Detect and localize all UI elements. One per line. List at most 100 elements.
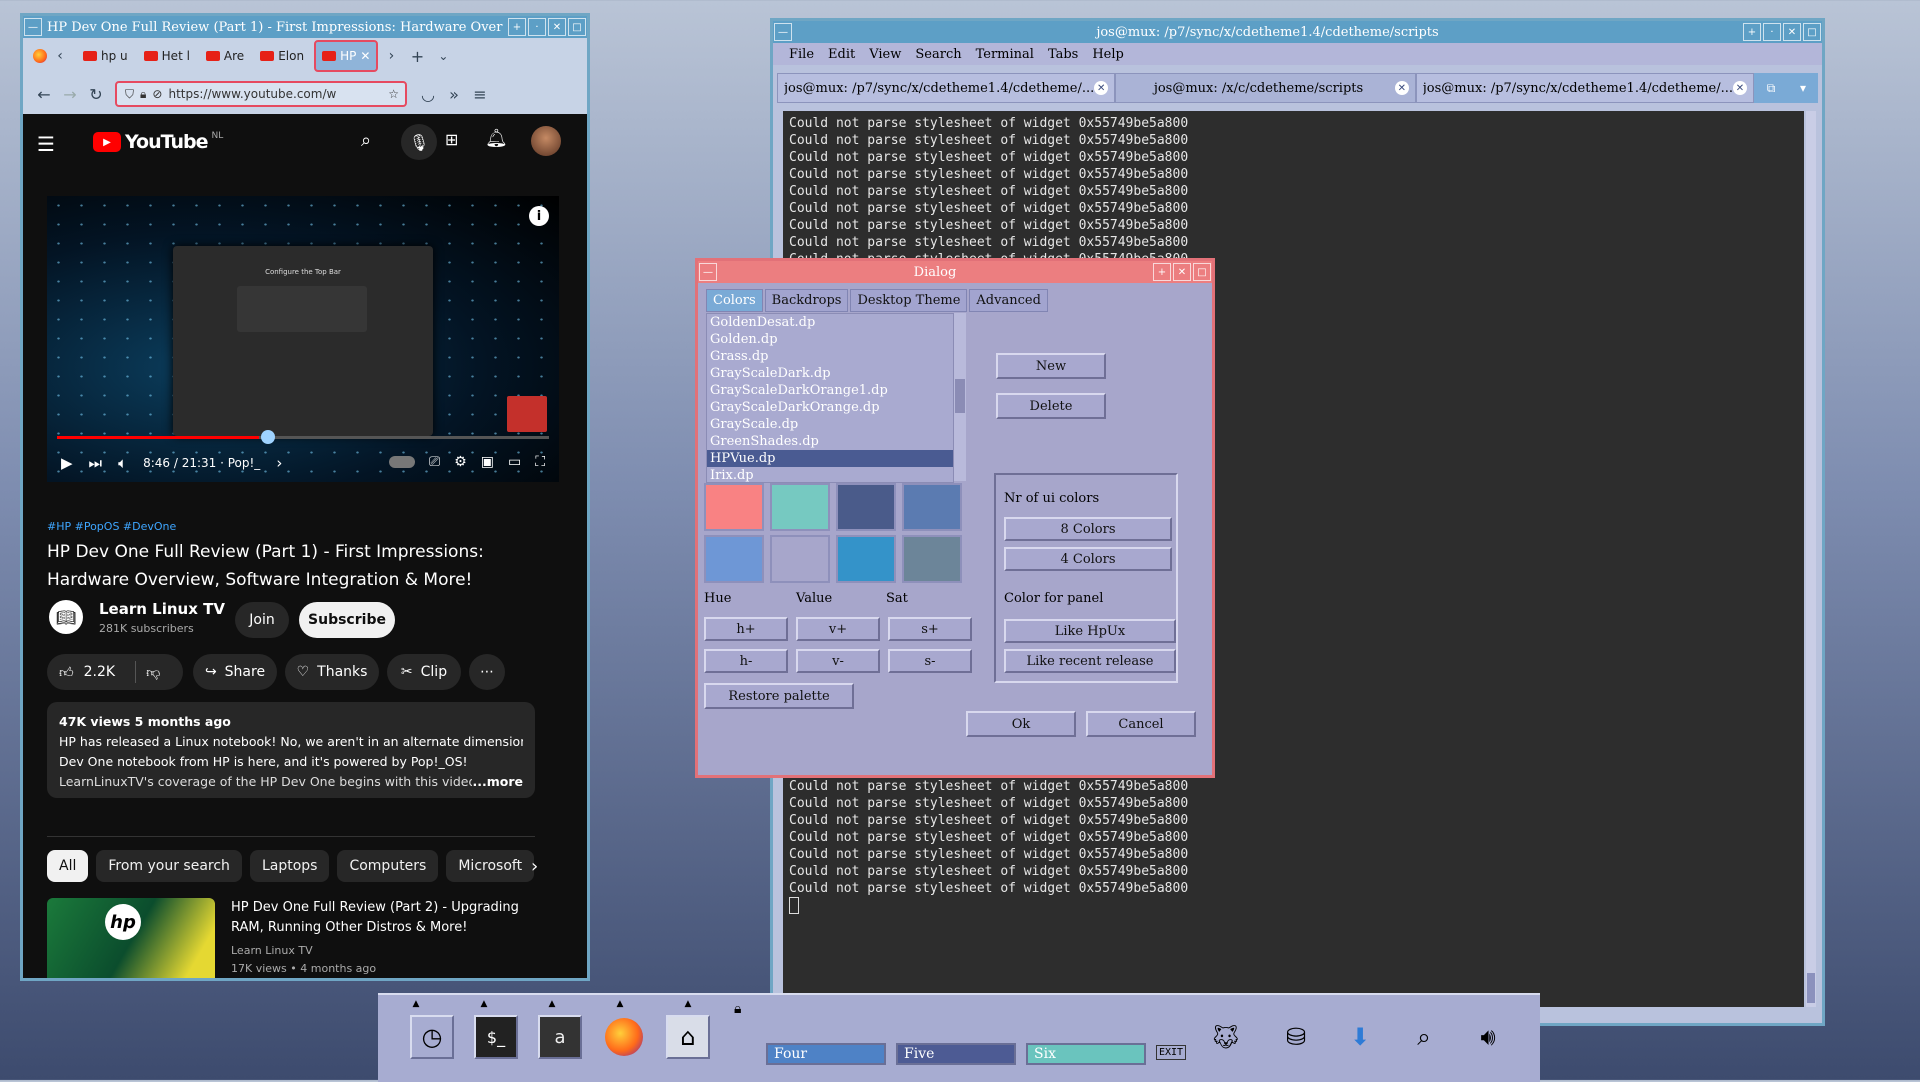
- chip-laptops[interactable]: Laptops: [249, 850, 330, 882]
- window-maximize-button[interactable]: +: [1153, 263, 1171, 281]
- tab-4[interactable]: Elon: [254, 42, 310, 70]
- text-editor-icon[interactable]: a: [538, 1015, 582, 1059]
- window-menu-button[interactable]: —: [774, 23, 792, 41]
- sat-decrease-button[interactable]: s-: [888, 649, 972, 673]
- menu-terminal[interactable]: Terminal: [976, 47, 1034, 62]
- tab-2[interactable]: Het l: [138, 42, 196, 70]
- palette-file-item[interactable]: GrayScaleDarkOrange1.dp: [707, 382, 953, 399]
- overflow-icon[interactable]: »: [441, 85, 467, 104]
- ok-button[interactable]: Ok: [966, 711, 1076, 737]
- chip-computers[interactable]: Computers: [337, 850, 439, 882]
- miniplayer-icon[interactable]: ▣: [481, 454, 494, 470]
- fullscreen-icon[interactable]: ⛶: [535, 454, 545, 470]
- palette-list-scrollbar[interactable]: [954, 313, 966, 481]
- like-hpux-button[interactable]: Like HpUx: [1004, 619, 1176, 643]
- terminal-tab-1[interactable]: jos@mux: /p7/sync/x/cdetheme1.4/cdetheme…: [777, 73, 1116, 103]
- lock-screen-icon[interactable]: 🔒︎: [734, 1001, 741, 1017]
- tab-3[interactable]: Are: [200, 42, 250, 70]
- volume-icon[interactable]: 🔈︎: [118, 454, 127, 472]
- url-bar[interactable]: ⛉ 🔒︎ ⊘ https://www.youtube.com/w ☆: [115, 81, 407, 107]
- hamburger-menu-icon[interactable]: ☰: [37, 132, 55, 156]
- create-video-icon[interactable]: ⊞: [445, 130, 458, 149]
- color-swatch-4[interactable]: [902, 483, 962, 531]
- palette-file-item[interactable]: GoldenDesat.dp: [707, 314, 953, 331]
- window-menu-button[interactable]: —: [699, 263, 717, 281]
- palette-file-item[interactable]: HPVue.dp: [707, 450, 953, 467]
- video-player[interactable]: Configure the Top Bar i ▶ ⏭︎ 🔈︎ 8:46 / 2…: [47, 196, 559, 482]
- info-icon[interactable]: i: [529, 206, 549, 226]
- pocket-icon[interactable]: ◡: [415, 85, 441, 104]
- color-swatch-6[interactable]: [770, 535, 830, 583]
- like-recent-release-button[interactable]: Like recent release: [1004, 649, 1176, 673]
- search-icon[interactable]: ⌕: [361, 130, 371, 151]
- lock-icon[interactable]: 🔒︎: [140, 87, 146, 102]
- recommended-thumbnail[interactable]: hp: [47, 898, 215, 978]
- bookmark-star-icon[interactable]: ☆: [388, 87, 405, 101]
- notifications-bell-icon[interactable]: 🔔︎: [485, 128, 508, 149]
- chips-next-icon[interactable]: ›: [531, 856, 538, 877]
- value-increase-button[interactable]: v+: [796, 617, 880, 641]
- menu-tabs[interactable]: Tabs: [1048, 47, 1078, 62]
- window-close-button[interactable]: ✕: [1783, 23, 1801, 41]
- palette-file-item[interactable]: Grass.dp: [707, 348, 953, 365]
- palette-file-item[interactable]: GrayScaleDark.dp: [707, 365, 953, 382]
- color-swatch-2[interactable]: [770, 483, 830, 531]
- window-minimize-button[interactable]: ·: [1763, 23, 1781, 41]
- cancel-button[interactable]: Cancel: [1086, 711, 1196, 737]
- value-decrease-button[interactable]: v-: [796, 649, 880, 673]
- tab-desktop-theme[interactable]: Desktop Theme: [850, 289, 968, 312]
- new-button[interactable]: New: [996, 353, 1106, 379]
- window-minimize-button[interactable]: ·: [528, 18, 546, 36]
- palette-file-list[interactable]: GoldenDesat.dp Golden.dp Grass.dp GrayScale…: [706, 313, 954, 483]
- tab-scroll-left-icon[interactable]: ‹: [47, 48, 73, 64]
- chapter-arrow-icon[interactable]: ›: [276, 454, 282, 472]
- like-icon[interactable]: 👍︎: [59, 664, 74, 681]
- palette-file-item[interactable]: GrayScale.dp: [707, 416, 953, 433]
- share-button[interactable]: ↪ Share: [193, 654, 277, 690]
- avatar[interactable]: [531, 126, 561, 156]
- hue-decrease-button[interactable]: h-: [704, 649, 788, 673]
- workspace-four[interactable]: Four: [766, 1043, 886, 1065]
- voice-search-icon[interactable]: 🎙︎: [401, 124, 437, 160]
- firefox-launcher-icon[interactable]: [602, 1015, 646, 1059]
- four-colors-button[interactable]: 4 Colors: [1004, 547, 1172, 571]
- channel-name[interactable]: Learn Linux TV: [99, 600, 225, 618]
- magnifier-icon[interactable]: ⌕: [1402, 1015, 1446, 1059]
- download-icon[interactable]: ⬇: [1338, 1015, 1382, 1059]
- terminal-launcher-icon[interactable]: $_: [474, 1015, 518, 1059]
- tab-5-active[interactable]: HP ✕: [314, 40, 379, 72]
- new-tab-icon[interactable]: +: [404, 47, 430, 66]
- subpanel-arrow-icon[interactable]: ▲: [481, 999, 488, 1009]
- chip-all[interactable]: All: [47, 850, 89, 882]
- dialog-titlebar[interactable]: — Dialog + ✕ □: [698, 261, 1212, 283]
- terminal-titlebar[interactable]: — jos@mux: /p7/sync/x/cdetheme1.4/cdethe…: [773, 21, 1822, 43]
- color-swatch-8[interactable]: [902, 535, 962, 583]
- exit-button[interactable]: EXIT: [1156, 1045, 1187, 1060]
- color-swatch-1[interactable]: [704, 483, 764, 531]
- window-fullscreen-button[interactable]: □: [1193, 263, 1211, 281]
- recommended-title[interactable]: HP Dev One Full Review (Part 2) - Upgrad…: [231, 898, 531, 938]
- shield-icon[interactable]: ⛉: [125, 87, 134, 102]
- reload-icon[interactable]: ↻: [83, 85, 109, 104]
- forward-icon[interactable]: →: [57, 85, 83, 104]
- progress-scrubber[interactable]: [261, 430, 275, 444]
- hue-increase-button[interactable]: h+: [704, 617, 788, 641]
- menu-file[interactable]: File: [789, 47, 814, 62]
- back-icon[interactable]: ←: [31, 85, 57, 104]
- window-menu-button[interactable]: —: [24, 18, 42, 36]
- channel-avatar[interactable]: 📖︎: [49, 600, 83, 634]
- restore-palette-button[interactable]: Restore palette: [704, 683, 854, 709]
- delete-button[interactable]: Delete: [996, 393, 1106, 419]
- menu-search[interactable]: Search: [915, 47, 961, 62]
- tab-advanced[interactable]: Advanced: [969, 289, 1048, 312]
- subpanel-arrow-icon[interactable]: ▲: [685, 999, 692, 1009]
- subpanel-arrow-icon[interactable]: ▲: [549, 999, 556, 1009]
- join-button[interactable]: Join: [235, 602, 289, 638]
- dislike-icon[interactable]: 👎︎: [146, 664, 160, 681]
- tab-dropdown-icon[interactable]: ▾: [1788, 73, 1818, 103]
- new-tab-icon[interactable]: ⧉: [1754, 73, 1788, 103]
- terminal-scrollbar[interactable]: [1806, 111, 1816, 1007]
- hashtags[interactable]: #HP #PopOS #DevOne: [47, 520, 176, 533]
- window-fullscreen-button[interactable]: □: [1803, 23, 1821, 41]
- palette-file-item[interactable]: GreenShades.dp: [707, 433, 953, 450]
